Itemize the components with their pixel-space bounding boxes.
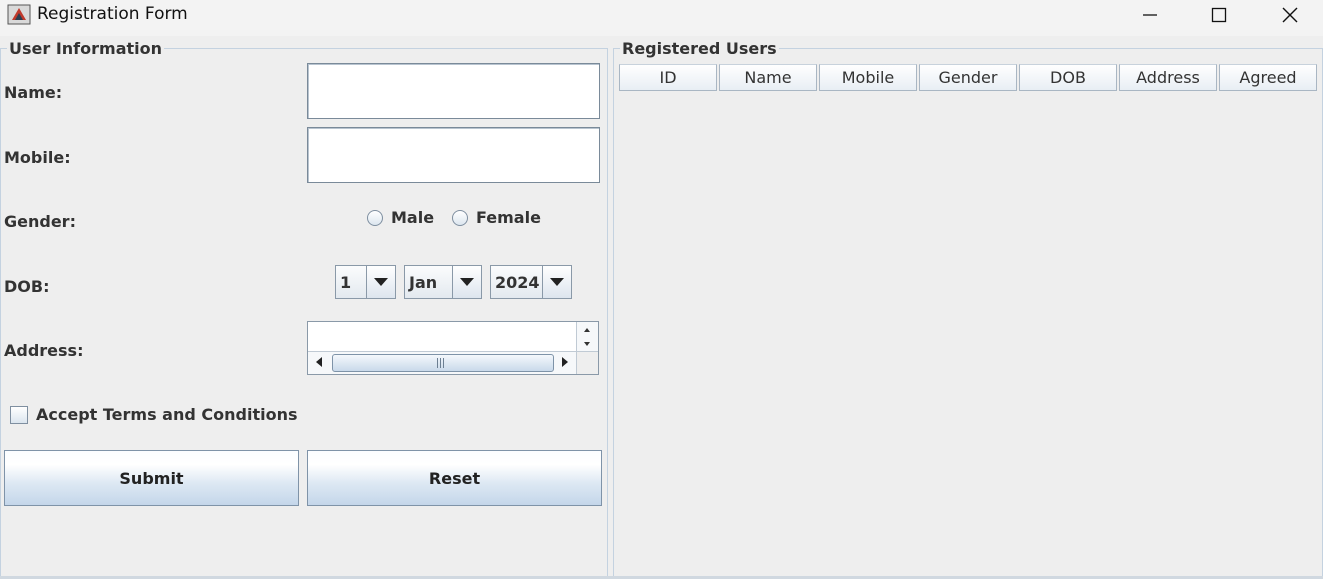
- dob-year-dropdown-button[interactable]: [543, 266, 571, 298]
- scroll-left-icon[interactable]: [308, 352, 330, 372]
- java-app-icon: [7, 4, 31, 25]
- address-label: Address:: [4, 341, 84, 360]
- gender-female-radio[interactable]: Female: [452, 208, 541, 227]
- user-information-title: User Information: [7, 39, 164, 58]
- column-header-dob[interactable]: DOB: [1019, 64, 1117, 91]
- dob-day-dropdown-button[interactable]: [367, 266, 395, 298]
- name-input[interactable]: [307, 63, 600, 119]
- close-button[interactable]: [1267, 0, 1313, 30]
- column-header-id[interactable]: ID: [619, 64, 717, 91]
- name-label: Name:: [4, 83, 63, 102]
- submit-button[interactable]: Submit: [4, 450, 299, 506]
- window-title: Registration Form: [37, 4, 188, 24]
- dob-label: DOB:: [4, 277, 50, 296]
- reset-button[interactable]: Reset: [307, 450, 602, 506]
- dob-month-value: Jan: [405, 266, 453, 298]
- scroll-up-icon[interactable]: [577, 323, 597, 337]
- dob-year-select[interactable]: 2024: [490, 265, 572, 299]
- registered-users-title: Registered Users: [620, 39, 779, 58]
- mobile-input[interactable]: [307, 127, 600, 183]
- chevron-down-icon: [374, 278, 388, 286]
- column-header-mobile[interactable]: Mobile: [819, 64, 917, 91]
- terms-checkbox[interactable]: Accept Terms and Conditions: [10, 405, 297, 424]
- dob-day-value: 1: [336, 266, 367, 298]
- grip-icon: [437, 358, 445, 368]
- column-header-agreed[interactable]: Agreed: [1219, 64, 1317, 91]
- dob-day-select[interactable]: 1: [335, 265, 396, 299]
- dob-year-value: 2024: [491, 266, 543, 298]
- gender-female-label: Female: [476, 208, 541, 227]
- scroll-thumb[interactable]: [332, 354, 554, 372]
- title-bar: Registration Form: [0, 0, 1323, 36]
- terms-label: Accept Terms and Conditions: [36, 405, 298, 424]
- radio-unselected-icon: [367, 209, 383, 226]
- address-vertical-scrollbar[interactable]: [576, 322, 598, 353]
- address-textarea[interactable]: [307, 321, 599, 375]
- minimize-button[interactable]: [1127, 0, 1173, 30]
- chevron-down-icon: [460, 278, 474, 286]
- gender-male-label: Male: [391, 208, 435, 227]
- gender-male-radio[interactable]: Male: [367, 208, 434, 227]
- radio-unselected-icon: [452, 209, 468, 226]
- checkbox-unchecked-icon: [10, 405, 28, 424]
- address-horizontal-scrollbar[interactable]: [308, 351, 576, 374]
- dob-month-select[interactable]: Jan: [404, 265, 482, 299]
- column-header-gender[interactable]: Gender: [919, 64, 1017, 91]
- scrollbar-corner: [576, 351, 598, 374]
- maximize-icon: [1211, 7, 1227, 23]
- scroll-down-icon[interactable]: [577, 337, 597, 351]
- dob-month-dropdown-button[interactable]: [453, 266, 481, 298]
- scroll-right-icon[interactable]: [554, 352, 576, 372]
- maximize-button[interactable]: [1196, 0, 1242, 30]
- column-header-name[interactable]: Name: [719, 64, 817, 91]
- users-table-header: ID Name Mobile Gender DOB Address Agreed: [619, 64, 1319, 92]
- close-icon: [1282, 7, 1298, 23]
- column-header-address[interactable]: Address: [1119, 64, 1217, 91]
- mobile-label: Mobile:: [4, 148, 71, 167]
- minimize-icon: [1143, 14, 1157, 16]
- chevron-down-icon: [550, 278, 564, 286]
- registered-users-panel: Registered Users: [613, 39, 1323, 578]
- gender-label: Gender:: [4, 212, 76, 231]
